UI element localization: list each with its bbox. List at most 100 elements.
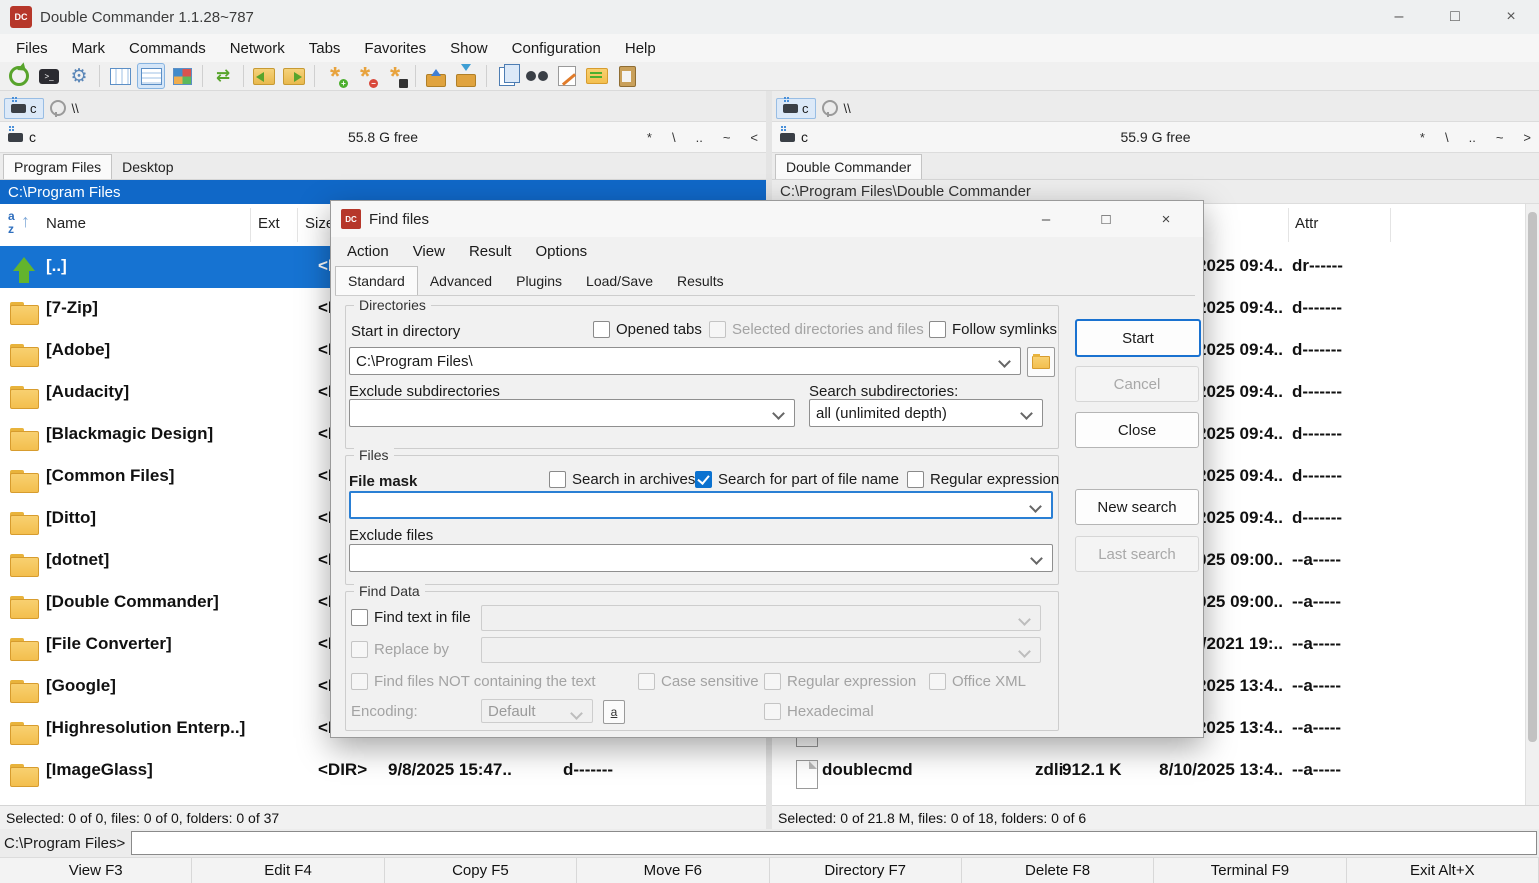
close-dialog-button[interactable]: Close <box>1075 412 1199 448</box>
start-directory-combo[interactable]: C:\Program Files\ <box>349 347 1021 375</box>
column-ext[interactable]: Ext <box>258 215 280 232</box>
thumbnails-view-icon[interactable] <box>169 64 195 88</box>
checkbox-icon[interactable] <box>695 471 712 488</box>
nav-symbol-button[interactable]: ~ <box>723 130 731 145</box>
dialog-tab[interactable]: Standard <box>335 266 418 295</box>
replace-by-combo[interactable] <box>481 637 1041 663</box>
folder-tab[interactable]: Program Files <box>3 154 112 179</box>
dialog-close-button[interactable]: × <box>1143 205 1189 233</box>
checkbox-icon[interactable] <box>764 673 781 690</box>
menu-item[interactable]: Network <box>218 40 297 57</box>
not-containing-checkbox[interactable]: Find files NOT containing the text <box>351 673 596 690</box>
brief-view-icon[interactable] <box>107 64 133 88</box>
swap-panels-icon[interactable]: ⇄ <box>210 64 236 88</box>
add-favorite-icon[interactable]: *+ <box>322 64 348 88</box>
function-key-button[interactable]: Exit Alt+X <box>1347 858 1539 883</box>
nav-symbol-button[interactable]: .. <box>1469 130 1476 145</box>
function-key-button[interactable]: Directory F7 <box>770 858 962 883</box>
nav-symbol-button[interactable]: .. <box>696 130 703 145</box>
exclude-files-combo[interactable] <box>349 544 1053 572</box>
right-scrollbar[interactable] <box>1525 204 1539 805</box>
dialog-tab[interactable]: Plugins <box>504 267 574 295</box>
search-subdirectories-combo[interactable]: all (unlimited depth) <box>809 399 1043 427</box>
menu-item[interactable]: Commands <box>117 40 218 57</box>
checkbox-icon[interactable] <box>709 321 726 338</box>
menu-item[interactable]: Mark <box>60 40 117 57</box>
checkbox-icon[interactable] <box>351 673 368 690</box>
checkbox-icon[interactable] <box>764 703 781 720</box>
dialog-tab[interactable]: Load/Save <box>574 267 665 295</box>
drive-c-button[interactable]: c <box>776 98 816 119</box>
column-name[interactable]: Name <box>46 215 86 232</box>
selected-dirs-checkbox[interactable]: Selected directories and files <box>709 321 924 338</box>
checkbox-icon[interactable] <box>929 673 946 690</box>
function-key-button[interactable]: Terminal F9 <box>1154 858 1346 883</box>
table-row[interactable] <box>772 792 1539 805</box>
menu-item[interactable]: Show <box>438 40 500 57</box>
cancel-button[interactable]: Cancel <box>1075 366 1199 402</box>
office-xml-checkbox[interactable]: Office XML <box>929 673 1026 690</box>
function-key-button[interactable]: Delete F8 <box>962 858 1154 883</box>
encoding-case-button[interactable]: a <box>603 700 625 724</box>
checkbox-icon[interactable] <box>351 641 368 658</box>
exclude-subdirectories-combo[interactable] <box>349 399 795 427</box>
nav-symbol-button[interactable]: ~ <box>1496 130 1504 145</box>
pack-icon[interactable] <box>423 64 449 88</box>
new-search-button[interactable]: New search <box>1075 489 1199 525</box>
file-mask-combo[interactable] <box>349 491 1053 519</box>
function-key-button[interactable]: View F3 <box>0 858 192 883</box>
full-view-icon[interactable] <box>137 63 165 89</box>
follow-symlinks-checkbox[interactable]: Follow symlinks <box>929 321 1057 338</box>
drive-c-button[interactable]: c <box>4 98 44 119</box>
column-attr[interactable]: Attr <box>1295 215 1318 232</box>
dialog-tab[interactable]: Results <box>665 267 736 295</box>
network-icon[interactable] <box>50 100 66 116</box>
multi-rename-icon[interactable] <box>554 64 580 88</box>
hexadecimal-checkbox[interactable]: Hexadecimal <box>764 703 874 720</box>
unc-button[interactable]: \\ <box>844 101 851 116</box>
search-in-archives-checkbox[interactable]: Search in archives <box>549 471 695 488</box>
network-icon[interactable] <box>822 100 838 116</box>
scrollbar-thumb[interactable] <box>1528 212 1537 742</box>
nav-symbol-button[interactable]: * <box>647 130 652 145</box>
dialog-menu-item[interactable]: Result <box>457 243 524 260</box>
find-text-combo[interactable] <box>481 605 1041 631</box>
unpack-icon[interactable] <box>453 64 479 88</box>
compare-files-icon[interactable] <box>494 64 520 88</box>
last-search-button[interactable]: Last search <box>1075 536 1199 572</box>
function-key-button[interactable]: Edit F4 <box>192 858 384 883</box>
nav-symbol-button[interactable]: > <box>1523 130 1531 145</box>
menu-item[interactable]: Tabs <box>297 40 353 57</box>
terminal-icon[interactable]: >_ <box>36 64 62 88</box>
checkbox-icon[interactable] <box>929 321 946 338</box>
dialog-minimize-button[interactable]: – <box>1023 205 1069 233</box>
find-text-checkbox[interactable]: Find text in file <box>351 609 471 626</box>
nav-symbol-button[interactable]: * <box>1420 130 1425 145</box>
case-sensitive-checkbox[interactable]: Case sensitive <box>638 673 759 690</box>
table-row[interactable]: doublecmd zdli 912.1 K 8/10/2025 13:4.. … <box>772 750 1539 792</box>
remove-favorite-icon[interactable]: *− <box>352 64 378 88</box>
dialog-menu-item[interactable]: Options <box>523 243 599 260</box>
checkbox-icon[interactable] <box>593 321 610 338</box>
minimize-button[interactable]: – <box>1371 0 1427 34</box>
start-button[interactable]: Start <box>1075 319 1201 357</box>
function-key-button[interactable]: Move F6 <box>577 858 769 883</box>
folder-tab[interactable]: Desktop <box>112 155 183 179</box>
replace-by-checkbox[interactable]: Replace by <box>351 641 449 658</box>
nav-symbol-button[interactable]: \ <box>672 130 676 145</box>
menu-item[interactable]: Configuration <box>500 40 613 57</box>
unc-button[interactable]: \\ <box>72 101 79 116</box>
menu-item[interactable]: Favorites <box>352 40 438 57</box>
nav-symbol-button[interactable]: \ <box>1445 130 1449 145</box>
find-regex-checkbox[interactable]: Regular expression <box>764 673 916 690</box>
folder-tab[interactable]: Double Commander <box>775 154 922 179</box>
refresh-icon[interactable] <box>6 64 32 88</box>
checkbox-icon[interactable] <box>638 673 655 690</box>
sync-dirs-icon[interactable] <box>584 64 610 88</box>
checkbox-icon[interactable] <box>351 609 368 626</box>
dialog-maximize-button[interactable]: □ <box>1083 205 1129 233</box>
function-key-button[interactable]: Copy F5 <box>385 858 577 883</box>
dialog-tab[interactable]: Advanced <box>418 267 504 295</box>
dialog-menu-item[interactable]: View <box>401 243 457 260</box>
opened-tabs-checkbox[interactable]: Opened tabs <box>593 321 702 338</box>
